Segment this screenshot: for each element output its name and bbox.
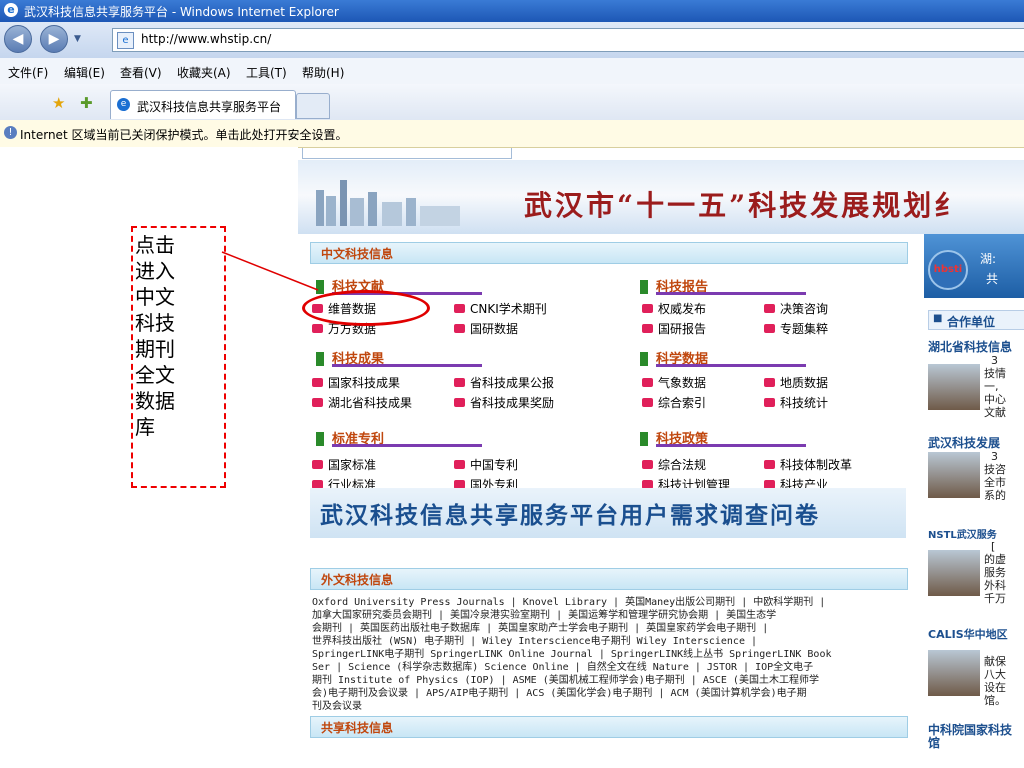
link-weather[interactable]: 气象数据 (642, 374, 706, 391)
menu-favorites[interactable]: 收藏夹(A) (177, 64, 231, 81)
menu-bar: 文件(F) 编辑(E) 查看(V) 收藏夹(A) 工具(T) 帮助(H) (0, 58, 1024, 85)
menu-view[interactable]: 查看(V) (120, 64, 162, 81)
category-underline (656, 292, 806, 295)
chinese-info-header: 中文科技信息 (310, 242, 908, 264)
link-authority[interactable]: 权威发布 (642, 300, 706, 317)
category-marker (640, 280, 648, 294)
back-button[interactable]: ◀ (4, 25, 32, 53)
category-underline (332, 364, 482, 367)
category-marker (316, 432, 324, 446)
coop-entry-title[interactable]: NSTL武汉服务 (928, 526, 997, 541)
coop-entry-title[interactable]: 中科院国家科技 馆 (928, 724, 1012, 750)
category-marker (316, 280, 324, 294)
ie-logo-icon: e (4, 3, 18, 17)
favorites-star-icon[interactable]: ★ (52, 94, 65, 112)
foreign-info-header: 外文科技信息 (310, 568, 908, 590)
menu-file[interactable]: 文件(F) (8, 64, 48, 81)
coop-entry-title[interactable]: 武汉科技发展 (928, 434, 1000, 451)
city-skyline-image (316, 180, 460, 226)
category-marker (316, 352, 324, 366)
link-geology[interactable]: 地质数据 (764, 374, 828, 391)
link-national-standards[interactable]: 国家标准 (312, 456, 376, 473)
foreign-resources-list[interactable]: Oxford University Press Journals | Knove… (312, 596, 912, 713)
right-column: hbsti 湖: 共 ■ 合作单位 湖北省科技信息 3 技情 一, 中心 文献 … (924, 234, 1024, 768)
link-cnki[interactable]: CNKI学术期刊 (454, 300, 547, 317)
logo-text-1: 湖: (980, 252, 997, 266)
annotation-box: 点击 进入 中文 科技 期刊 全文 数据 库 (131, 226, 226, 488)
coop-header: ■ 合作单位 (928, 310, 1024, 330)
link-hubei-results[interactable]: 湖北省科技成果 (312, 394, 412, 411)
coop-entry-image (928, 364, 980, 410)
link-province-awards[interactable]: 省科技成果奖励 (454, 394, 554, 411)
coop-entry-text: 3 技情 一, 中心 文献 (984, 354, 1006, 419)
link-system-reform[interactable]: 科技体制改革 (764, 456, 852, 473)
annotation-text: 点击 进入 中文 科技 期刊 全文 数据 库 (135, 233, 175, 439)
link-decision[interactable]: 决策咨询 (764, 300, 828, 317)
tab-ie-icon: e (117, 98, 130, 111)
address-field[interactable]: e http://www.whstip.cn/ (112, 28, 1024, 52)
coop-entry-text: 献保 八大 设在 馆。 (984, 655, 1006, 707)
category-marker (640, 352, 648, 366)
category-marker (640, 432, 648, 446)
page-banner: 武汉市“十一五”科技发展规划纟 (298, 148, 1024, 234)
link-research-report[interactable]: 国研报告 (642, 320, 706, 337)
hbsti-logo: hbsti (928, 250, 968, 290)
tab-label: 武汉科技信息共享服务平台 (137, 100, 282, 114)
banner-tab (302, 148, 512, 159)
logo-text-2: 共 (986, 272, 999, 286)
shield-icon: ! (4, 126, 17, 139)
window-title-bar: e 武汉科技信息共享服务平台 - Windows Internet Explor… (0, 0, 1024, 22)
browser-tab[interactable]: e 武汉科技信息共享服务平台 (110, 90, 296, 119)
main-content: 中文科技信息 科技文献 维普数据 CNKI学术期刊 万方数据 国研数据 科技报告… (298, 234, 918, 768)
survey-banner[interactable]: 武汉科技信息共享服务平台用户需求调查问卷 (310, 488, 906, 538)
shared-info-header: 共享科技信息 (310, 716, 908, 738)
menu-tools[interactable]: 工具(T) (246, 64, 287, 81)
forward-button[interactable]: ▶ (40, 25, 68, 53)
coop-entry-title[interactable]: 湖北省科技信息 (928, 338, 1012, 355)
security-info-bar[interactable]: ! Internet 区域当前已关闭保护模式。单击此处打开安全设置。 (0, 120, 1024, 148)
history-dropdown-icon[interactable]: ▼ (74, 34, 81, 44)
favorites-tab-bar: ★ ✚ e 武汉科技信息共享服务平台 (0, 84, 1024, 121)
add-favorite-icon[interactable]: ✚ (80, 94, 93, 112)
category-underline (656, 444, 806, 447)
menu-edit[interactable]: 编辑(E) (64, 64, 105, 81)
info-bar-text: Internet 区域当前已关闭保护模式。单击此处打开安全设置。 (20, 128, 348, 142)
category-underline (656, 364, 806, 367)
coop-entry-image (928, 452, 980, 498)
coop-entry-text: 3 技咨 全市 系的 (984, 450, 1006, 502)
category-underline (332, 444, 482, 447)
window-title: 武汉科技信息共享服务平台 - Windows Internet Explorer (24, 5, 339, 19)
highlight-circle (302, 290, 430, 326)
coop-entry-text: [ 的虚 服务 外科 千万 (984, 540, 1006, 605)
link-special-topics[interactable]: 专题集粹 (764, 320, 828, 337)
page-icon: e (117, 32, 134, 49)
link-national-results[interactable]: 国家科技成果 (312, 374, 400, 391)
address-toolbar: ◀ ▶ ▼ e http://www.whstip.cn/ (0, 22, 1024, 58)
banner-title: 武汉市“十一五”科技发展规划纟 (524, 189, 966, 222)
link-china-patents[interactable]: 中国专利 (454, 456, 518, 473)
coop-entry-image (928, 650, 980, 696)
new-tab-button[interactable] (296, 93, 330, 119)
survey-title: 武汉科技信息共享服务平台用户需求调查问卷 (320, 502, 820, 529)
coop-entry-title[interactable]: CALIS华中地区 (928, 626, 1008, 642)
link-guoyan[interactable]: 国研数据 (454, 320, 518, 337)
link-statistics[interactable]: 科技统计 (764, 394, 828, 411)
link-province-bulletin[interactable]: 省科技成果公报 (454, 374, 554, 391)
platform-logo[interactable]: hbsti 湖: 共 (924, 234, 1024, 298)
coop-entry-image (928, 550, 980, 596)
menu-help[interactable]: 帮助(H) (302, 64, 344, 81)
link-regulations[interactable]: 综合法规 (642, 456, 706, 473)
address-url: http://www.whstip.cn/ (141, 32, 272, 46)
link-index[interactable]: 综合索引 (642, 394, 706, 411)
